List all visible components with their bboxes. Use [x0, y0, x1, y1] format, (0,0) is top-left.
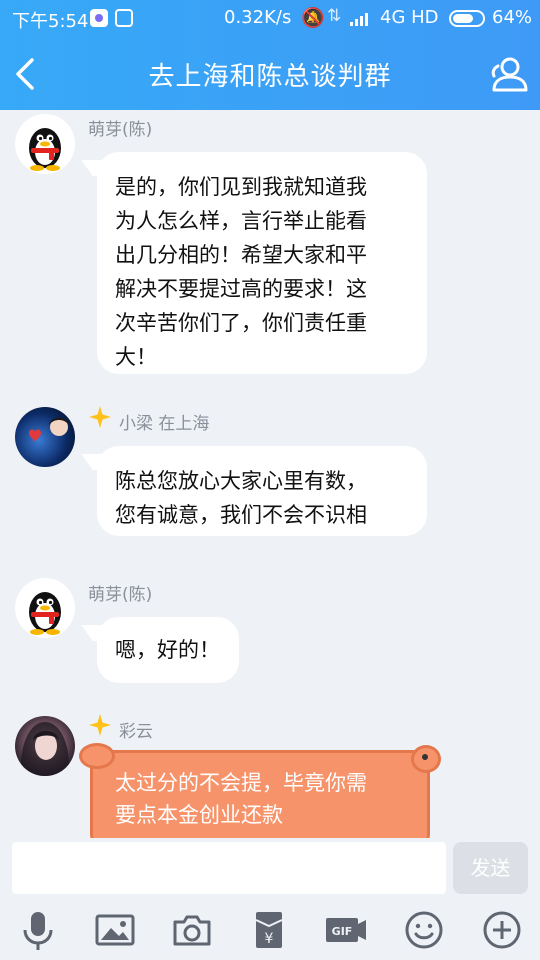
image-icon[interactable]	[93, 908, 137, 952]
title-bar: 去上海和陈总谈判群	[0, 36, 540, 110]
message-text: 出几分相的！希望大家和平	[115, 243, 367, 267]
status-network: 4G HD	[380, 7, 439, 28]
app-notification-icon-2	[115, 9, 133, 27]
message-text: 太过分的不会提，毕竟你需	[115, 771, 367, 795]
qq-penguin-avatar[interactable]	[15, 114, 75, 174]
red-packet-icon[interactable]: ¥	[247, 908, 291, 952]
plus-icon[interactable]	[480, 908, 524, 952]
message-bubble[interactable]: 是的，你们见到我就知道我 为人怎么样，言行举止能看 出几分相的！希望大家和平 解…	[97, 152, 427, 374]
battery-icon	[449, 10, 485, 27]
message-text: 大！	[115, 345, 157, 369]
message-text: 嗯，好的！	[115, 638, 220, 662]
sender-name: 小梁 在上海	[119, 414, 210, 434]
message-text: 解决不要提过高的要求！这	[115, 277, 367, 301]
sender-name: 萌芽(陈)	[88, 120, 153, 140]
page-title: 去上海和陈总谈判群	[148, 62, 392, 92]
fish-decoration-icon	[79, 743, 115, 769]
camera-icon[interactable]	[170, 908, 214, 952]
message-text: 次辛苦你们了，你们责任重	[115, 311, 367, 335]
group-members-icon[interactable]	[486, 52, 530, 96]
svg-text:GIF: GIF	[332, 925, 353, 938]
message-text: 为人怎么样，言行举止能看	[115, 209, 367, 233]
star-icon	[89, 714, 111, 736]
message-text: 是的，你们见到我就知道我	[115, 175, 367, 199]
message-bubble[interactable]: 嗯，好的！	[97, 617, 239, 683]
photo-avatar[interactable]	[15, 407, 75, 467]
sender-name: 萌芽(陈)	[88, 585, 153, 605]
signal-icon	[350, 13, 368, 26]
input-area: 发送 ¥ GIF	[0, 838, 540, 960]
status-bar: 下午5:54 0.32K/s 🔕 ⇅ 4G HD 64%	[0, 0, 540, 36]
star-icon	[89, 406, 111, 428]
photo-avatar[interactable]	[15, 716, 75, 776]
svg-text:¥: ¥	[265, 931, 274, 947]
status-time: 下午5:54	[12, 11, 89, 32]
message-input[interactable]	[12, 842, 446, 894]
mute-icon: 🔕	[301, 7, 325, 29]
status-net-speed: 0.32K/s	[224, 7, 292, 28]
status-battery: 64%	[492, 7, 533, 28]
message-text: 要点本金创业还款	[115, 803, 283, 827]
vibrate-icon: ⇅	[327, 6, 342, 26]
sender-name: 彩云	[119, 722, 153, 742]
emoji-icon[interactable]	[402, 908, 446, 952]
back-icon[interactable]	[6, 52, 50, 96]
chat-list[interactable]: 萌芽(陈) 是的，你们见到我就知道我 为人怎么样，言行举止能看 出几分相的！希望…	[0, 110, 540, 838]
gif-icon[interactable]: GIF	[324, 908, 368, 952]
fish-decoration-icon	[411, 745, 441, 773]
message-bubble[interactable]: 陈总您放心大家心里有数， 您有诚意，我们不会不识相	[97, 446, 427, 536]
mic-icon[interactable]	[16, 908, 60, 952]
message-text: 您有诚意，我们不会不识相	[115, 503, 367, 527]
qq-penguin-avatar[interactable]	[15, 578, 75, 638]
decorated-message-bubble[interactable]: 太过分的不会提，毕竟你需 要点本金创业还款	[79, 743, 441, 838]
app-notification-icon	[90, 9, 108, 27]
message-text: 陈总您放心大家心里有数，	[115, 469, 367, 493]
send-button[interactable]: 发送	[453, 842, 528, 894]
